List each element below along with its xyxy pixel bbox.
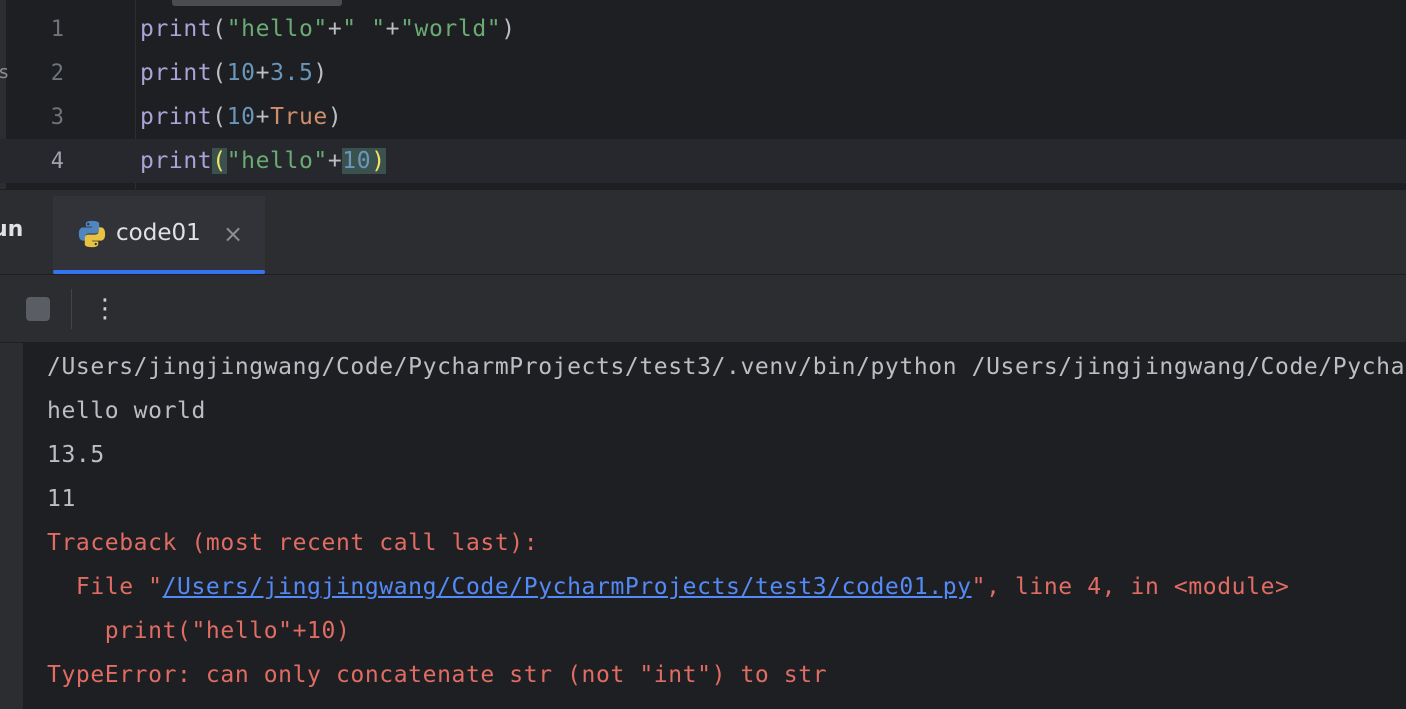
code-line-3[interactable]: 3 print(10+True)	[0, 95, 1406, 139]
active-tab-indicator	[53, 270, 265, 274]
traceback-code-line: print("hello"+10)	[47, 618, 351, 644]
code-editor[interactable]: s 1 print("hello"+" "+"world") 2 print(1…	[0, 0, 1406, 189]
close-icon[interactable]: ×	[223, 220, 243, 248]
file-path-link[interactable]: /Users/jingjingwang/Code/PycharmProjects…	[163, 574, 972, 600]
code-token: "hello"	[226, 148, 328, 174]
line-number: 4	[50, 148, 64, 174]
code-token: " "	[342, 16, 386, 42]
code-token: )	[313, 60, 328, 86]
code-token: 10	[226, 60, 256, 86]
console-line: /Users/jingjingwang/Code/PycharmProjects…	[47, 354, 1406, 380]
code-text[interactable]: print("hello"+10)	[140, 148, 386, 174]
code-text[interactable]: print(10+True)	[140, 104, 342, 130]
python-icon	[78, 220, 106, 248]
code-token: print	[140, 104, 213, 130]
run-tab-bar: un code01 ×	[0, 190, 1406, 275]
traceback-file-line: File "/Users/jingjingwang/Code/PycharmPr…	[47, 565, 1289, 609]
more-options-icon[interactable]: ⋮	[92, 291, 118, 327]
code-token: (	[212, 104, 227, 130]
horizontal-scrollbar[interactable]	[172, 0, 342, 6]
code-line-1[interactable]: 1 print("hello"+" "+"world")	[0, 7, 1406, 51]
code-text[interactable]: print("hello"+" "+"world")	[140, 16, 516, 42]
code-token: 10	[226, 104, 256, 130]
code-token: +	[385, 16, 401, 42]
code-token: print	[140, 60, 213, 86]
code-token: print	[140, 16, 213, 42]
code-token: +	[255, 104, 271, 130]
code-token: print	[140, 148, 213, 174]
code-token: 3.5	[270, 60, 314, 86]
console-line: 11	[47, 486, 76, 512]
run-panel-title[interactable]: un	[0, 217, 23, 242]
code-line-4[interactable]: 4 print("hello"+10)	[0, 139, 1406, 183]
traceback-file-prefix: File "	[47, 574, 163, 600]
code-token: "hello"	[226, 16, 328, 42]
tab-code01[interactable]: code01 ×	[53, 196, 265, 274]
run-tool-window: un code01 × ⋮ /Users/jingjingwang/Code/P…	[0, 189, 1406, 709]
code-token: (	[212, 16, 227, 42]
code-token: )	[501, 16, 516, 42]
console-line: hello world	[47, 398, 206, 424]
traceback-file-suffix: ", line 4, in <module>	[971, 574, 1290, 600]
code-token: 10	[342, 148, 372, 174]
toolbar-divider	[71, 289, 72, 329]
code-token: (	[212, 148, 227, 174]
line-number: 1	[50, 16, 64, 42]
code-token: +	[327, 148, 343, 174]
code-text[interactable]: print(10+3.5)	[140, 60, 328, 86]
code-token: )	[371, 148, 386, 174]
code-token: (	[212, 60, 227, 86]
code-token: +	[327, 16, 343, 42]
console-line: 13.5	[47, 442, 105, 468]
code-token: True	[270, 104, 328, 130]
line-number: 3	[50, 104, 64, 130]
stop-icon[interactable]	[26, 297, 50, 321]
console-output[interactable]: /Users/jingjingwang/Code/PycharmProjects…	[0, 343, 1406, 709]
code-line-2[interactable]: 2 print(10+3.5)	[0, 51, 1406, 95]
code-token: )	[327, 104, 343, 130]
run-toolbar: ⋮	[0, 275, 1406, 343]
code-token: "world"	[400, 16, 502, 42]
line-number: 2	[50, 60, 64, 86]
traceback-header: Traceback (most recent call last):	[47, 530, 539, 556]
error-message: TypeError: can only concatenate str (not…	[47, 662, 828, 688]
code-token: +	[255, 60, 271, 86]
tab-title: code01	[116, 220, 201, 246]
console-gutter	[0, 343, 23, 709]
